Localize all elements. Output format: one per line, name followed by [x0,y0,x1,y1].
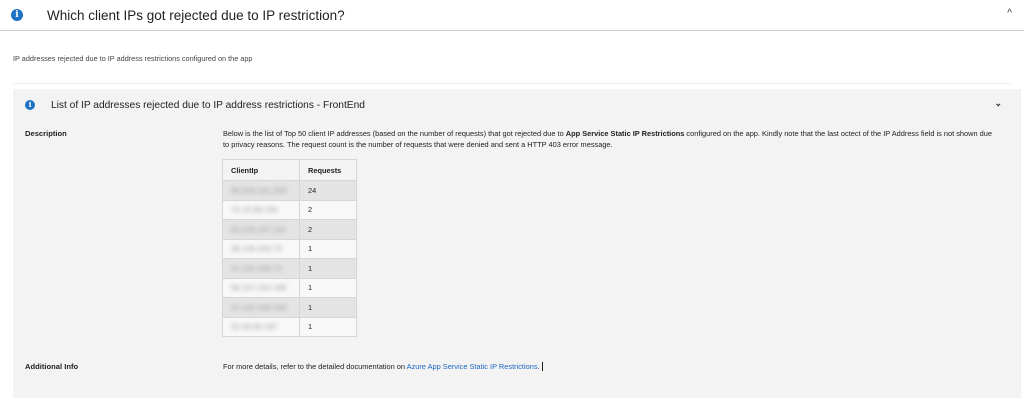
requests-cell: 1 [299,258,357,279]
section-subtitle: IP addresses rejected due to IP address … [13,54,253,63]
chevron-down-icon[interactable]: ⌄ [994,98,1002,109]
client-ip-cell: 37.132.100.72 [231,263,283,273]
requests-cell: 24 [299,180,357,201]
text-cursor [541,362,543,371]
requests-cell: 1 [299,316,357,337]
client-ip-cell: 73.15.98.240 [231,205,278,215]
client-ip-cell: 37.132.100.163 [231,302,287,312]
table-row: 99.203.101.203 24 [222,180,357,201]
client-ip-cell: 52.69.80.187 [231,322,278,332]
additional-info-label: Additional Info [25,362,79,371]
info-icon: i [25,100,35,110]
table-header-row: ClientIp Requests [222,159,357,181]
column-header-clientip: ClientIp [222,159,300,181]
description-label: Description [25,129,67,138]
panel-title: List of IP addresses rejected due to IP … [51,99,365,111]
table-row: 38.126.203.75 1 [222,238,357,259]
requests-cell: 2 [299,199,357,220]
client-ip-cell: 99.203.101.203 [231,185,287,195]
column-header-requests: Requests [299,159,357,181]
section-header[interactable]: i Which client IPs got rejected due to I… [0,0,1024,31]
requests-cell: 1 [299,297,357,318]
client-ip-cell: 38.126.203.75 [231,244,283,254]
table-row: 52.225.107.131 2 [222,219,357,240]
table-row: 37.132.100.72 1 [222,258,357,279]
additional-info-text: For more details, refer to the detailed … [223,362,543,371]
additional-info-end: . [537,362,540,371]
table-row: 37.132.100.163 1 [222,297,357,318]
requests-cell: 1 [299,277,357,298]
table-row: 73.15.98.240 2 [222,199,357,220]
additional-info-prefix: For more details, refer to the detailed … [223,362,407,371]
ip-table: ClientIp Requests 99.203.101.203 24 73.15… [222,159,357,337]
chevron-up-icon[interactable]: ^ [1007,8,1012,19]
panel-header[interactable]: i List of IP addresses rejected due to I… [13,89,1021,121]
insight-panel: i List of IP addresses rejected due to I… [13,89,1021,398]
requests-cell: 1 [299,238,357,259]
description-part1: Below is the list of Top 50 client IP ad… [223,129,566,138]
section-title: Which client IPs got rejected due to IP … [47,7,345,23]
divider [13,83,1011,84]
client-ip-cell: 52.225.107.131 [231,224,287,234]
requests-cell: 2 [299,219,357,240]
client-ip-cell: 99.107.102.186 [231,283,287,293]
info-icon: i [11,9,23,21]
description-text: Below is the list of Top 50 client IP ad… [223,128,993,150]
table-row: 99.107.102.186 1 [222,277,357,298]
table-row: 52.69.80.187 1 [222,316,357,337]
description-bold: App Service Static IP Restrictions [565,129,685,138]
documentation-link[interactable]: Azure App Service Static IP Restrictions [407,362,538,371]
